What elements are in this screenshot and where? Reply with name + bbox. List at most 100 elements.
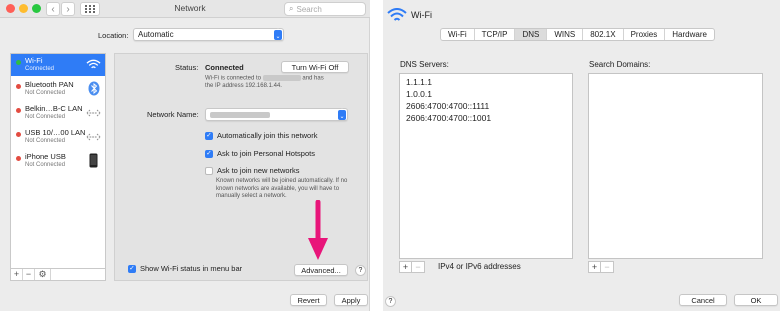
location-value: Automatic (138, 30, 174, 39)
show-status-row[interactable]: ✓ Show Wi-Fi status in menu bar (128, 264, 242, 273)
show-status-checkbox[interactable]: ✓ (128, 264, 136, 273)
service-item-iphone-usb[interactable]: iPhone USB Not Connected (11, 150, 105, 172)
service-item-belkin-lan[interactable]: Belkin…B-C LAN Not Connected (11, 102, 105, 124)
auto-join-checkbox[interactable]: ✓ (205, 131, 213, 140)
ethernet-arrows-icon (86, 129, 101, 144)
redacted-network-name (262, 75, 301, 81)
grid-icon (85, 5, 95, 13)
auto-join-row[interactable]: ✓ Automatically join this network (205, 131, 317, 140)
network-name-popup[interactable]: ⌃ ⌄ (205, 108, 348, 121)
dns-server-item[interactable]: 1.1.1.1 (406, 76, 566, 88)
apply-button[interactable]: Apply (334, 294, 368, 306)
dns-servers-label: DNS Servers: (400, 60, 449, 69)
advanced-button[interactable]: Advanced... (294, 264, 348, 276)
service-name: Belkin…B-C LAN (25, 104, 83, 113)
chevron-right-icon: › (66, 3, 70, 15)
service-status: Not Connected (25, 162, 66, 168)
back-button[interactable]: ‹ (46, 2, 60, 16)
redacted-network-name (210, 111, 270, 118)
service-item-bluetooth-pan[interactable]: Bluetooth PAN Not Connected (11, 78, 105, 100)
wifi-icon (86, 57, 101, 72)
wifi-advanced-dialog: Wi-Fi Wi-Fi TCP/IP DNS WINS 802.1X Proxi… (383, 0, 780, 311)
bluetooth-icon (86, 81, 101, 96)
tab-8021x[interactable]: 802.1X (583, 29, 624, 40)
tab-bar: Wi-Fi TCP/IP DNS WINS 802.1X Proxies Har… (440, 28, 715, 41)
wifi-icon (387, 8, 407, 21)
network-preferences-window: ‹ › Network ⌕ Search Location: Automatic … (0, 0, 370, 311)
new-networks-row[interactable]: Ask to join new networks (205, 166, 300, 175)
dns-server-item[interactable]: 2606:4700:4700::1001 (406, 112, 566, 124)
close-window-button[interactable] (6, 4, 15, 13)
hotspots-checkbox[interactable]: ✓ (205, 149, 213, 158)
tab-hardware[interactable]: Hardware (665, 29, 714, 40)
remove-service-button[interactable]: − (23, 269, 35, 280)
ethernet-arrows-icon (86, 105, 101, 120)
add-dns-button[interactable]: + (399, 261, 412, 273)
window-title: Network (174, 3, 206, 13)
domains-add-remove: + − (588, 261, 614, 273)
dns-server-item[interactable]: 1.0.0.1 (406, 88, 566, 100)
status-dot (16, 156, 21, 161)
auto-join-label: Automatically join this network (217, 131, 318, 140)
help-button[interactable]: ? (385, 296, 396, 307)
status-label: Status: (175, 63, 199, 72)
dns-add-remove: + − (399, 261, 425, 273)
revert-button[interactable]: Revert (290, 294, 327, 306)
iphone-icon (86, 153, 101, 168)
show-status-label: Show Wi-Fi status in menu bar (140, 264, 243, 273)
location-label: Location: (98, 31, 129, 40)
ip-hint-label: IPv4 or IPv6 addresses (438, 262, 521, 271)
service-name: Wi-Fi (25, 56, 43, 65)
pink-arrow-annotation (308, 200, 328, 260)
title-bar: ‹ › Network ⌕ Search (0, 0, 370, 18)
status-dot (16, 60, 21, 65)
service-item-usb-lan[interactable]: USB 10/…00 LAN Not Connected (11, 126, 105, 148)
service-status: Connected (25, 66, 55, 72)
tab-tcpip[interactable]: TCP/IP (475, 29, 516, 40)
popup-arrows-icon: ⌃ ⌄ (274, 29, 282, 40)
forward-button[interactable]: › (61, 2, 75, 16)
search-placeholder: Search (296, 4, 322, 14)
show-all-button[interactable] (80, 2, 100, 16)
add-domain-button[interactable]: + (588, 261, 601, 273)
help-button[interactable]: ? (355, 265, 366, 276)
search-domains-list[interactable] (588, 73, 763, 259)
status-description-line2: the IP address 192.168.1.44. (205, 83, 282, 89)
status-desc-part1: Wi-Fi is connected to (205, 75, 262, 82)
new-networks-checkbox[interactable] (205, 166, 213, 175)
status-dot (16, 132, 21, 137)
popup-arrows-icon: ⌃ ⌄ (338, 109, 346, 120)
service-list: Wi-Fi Connected Bluetooth PAN Not Connec… (10, 53, 106, 269)
search-domains-label: Search Domains: (589, 60, 651, 69)
status-value: Connected (205, 63, 244, 72)
status-desc-part2: and has (302, 75, 324, 82)
dns-server-item[interactable]: 2606:4700:4700::1111 (406, 100, 566, 112)
chevron-left-icon: ‹ (51, 3, 55, 15)
remove-domain-button[interactable]: − (601, 261, 614, 273)
zoom-window-button[interactable] (32, 4, 41, 13)
tab-dns[interactable]: DNS (515, 29, 548, 40)
cancel-button[interactable]: Cancel (679, 294, 727, 306)
location-popup[interactable]: Automatic ⌃ ⌄ (133, 28, 284, 41)
service-name: USB 10/…00 LAN (25, 128, 86, 137)
tab-proxies[interactable]: Proxies (624, 29, 666, 40)
search-field[interactable]: ⌕ Search (284, 2, 366, 16)
service-status: Not Connected (25, 138, 66, 144)
service-list-toolbar: + − ⚙ (10, 269, 106, 281)
add-service-button[interactable]: + (11, 269, 23, 280)
status-dot (16, 108, 21, 113)
gear-icon[interactable]: ⚙ (35, 269, 51, 280)
remove-dns-button[interactable]: − (412, 261, 425, 273)
service-status: Not Connected (25, 90, 66, 96)
ok-button[interactable]: OK (734, 294, 778, 306)
tab-wifi[interactable]: Wi-Fi (441, 29, 475, 40)
turn-wifi-off-button[interactable]: Turn Wi-Fi Off (281, 61, 349, 73)
service-item-wifi[interactable]: Wi-Fi Connected (11, 54, 105, 76)
hotspots-label: Ask to join Personal Hotspots (217, 149, 315, 158)
dialog-title: Wi-Fi (411, 10, 432, 20)
minimize-window-button[interactable] (19, 4, 28, 13)
hotspots-row[interactable]: ✓ Ask to join Personal Hotspots (205, 149, 315, 158)
dns-servers-list[interactable]: 1.1.1.1 1.0.0.1 2606:4700:4700::1111 260… (399, 73, 573, 259)
status-description-line1: Wi-Fi is connected to and has (205, 75, 324, 83)
tab-wins[interactable]: WINS (547, 29, 584, 40)
